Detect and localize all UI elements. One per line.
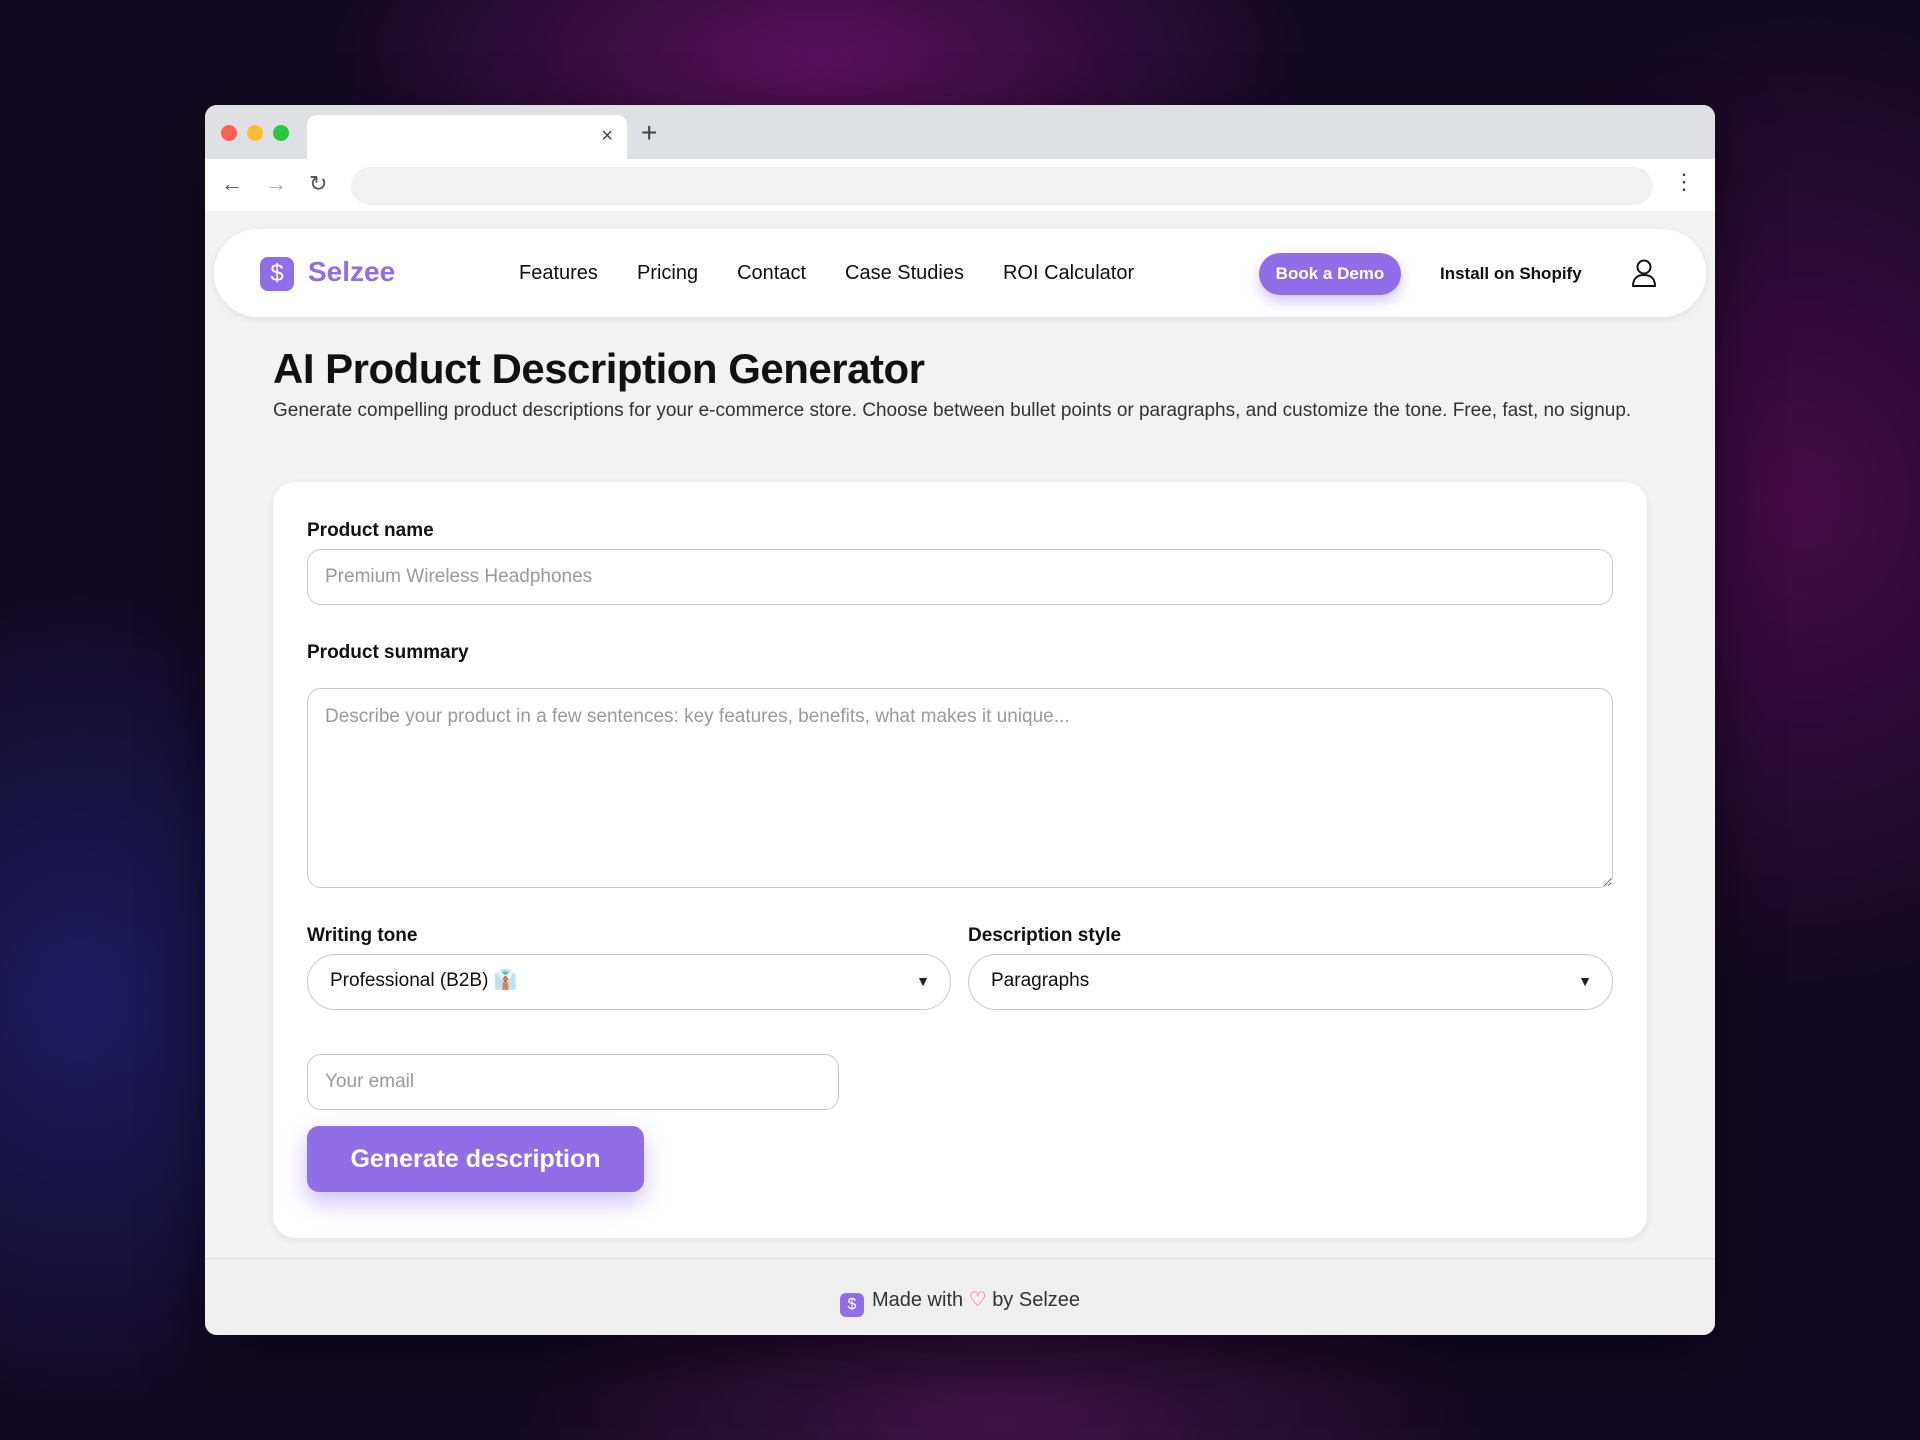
product-summary-textarea[interactable] [307, 688, 1613, 888]
minimize-window-button[interactable] [247, 125, 263, 141]
forward-icon[interactable]: → [265, 171, 287, 197]
install-shopify-link[interactable]: Install on Shopify [1440, 264, 1582, 284]
tab-close-icon[interactable]: × [601, 125, 613, 148]
nav-link-case-studies[interactable]: Case Studies [845, 262, 964, 285]
nav-links: Features Pricing Contact Case Studies RO… [519, 262, 1134, 285]
description-style-select[interactable]: Paragraphs ▼ [968, 954, 1613, 1010]
close-window-button[interactable] [221, 125, 237, 141]
footer-made-with: Made with [871, 1289, 964, 1311]
writing-tone-select[interactable]: Professional (B2B) 👔 ▼ [307, 954, 951, 1010]
back-icon[interactable]: ← [221, 171, 243, 197]
nav-link-roi-calculator[interactable]: ROI Calculator [1003, 262, 1134, 285]
nav-link-features[interactable]: Features [519, 262, 598, 285]
product-name-label: Product name [307, 520, 434, 541]
email-input[interactable] [307, 1054, 839, 1110]
browser-toolbar: ← → ↻ ⋮ [205, 159, 1715, 211]
brand-logo[interactable]: Selzee [308, 256, 395, 288]
nav-link-pricing[interactable]: Pricing [637, 262, 698, 285]
chevron-down-icon: ▼ [916, 973, 930, 989]
description-style-label: Description style [968, 925, 1122, 946]
new-tab-button[interactable]: + [641, 117, 657, 149]
generator-form-card: Product name Product summary Writing ton… [273, 482, 1647, 1238]
writing-tone-label: Writing tone [307, 925, 418, 946]
browser-window: × + ← → ↻ ⋮ $ Selzee Features Pricing Co… [205, 105, 1715, 1335]
footer-by-selzee[interactable]: by Selzee [992, 1289, 1080, 1311]
tab-bar: × + [205, 105, 1715, 159]
product-summary-label: Product summary [307, 642, 469, 663]
browser-tab[interactable]: × [307, 115, 627, 159]
footer-credit: $ Made with ♡ by Selzee [205, 1287, 1715, 1317]
site-navbar: $ Selzee Features Pricing Contact Case S… [214, 229, 1706, 317]
address-bar[interactable] [351, 167, 1653, 205]
user-icon[interactable] [1630, 258, 1658, 288]
page-content: $ Selzee Features Pricing Contact Case S… [205, 211, 1715, 1335]
writing-tone-value: Professional (B2B) 👔 [330, 970, 518, 991]
footer-logo-dollar-icon: $ [839, 1293, 864, 1317]
chevron-down-icon: ▼ [1578, 973, 1592, 989]
browser-menu-icon[interactable]: ⋮ [1673, 169, 1695, 195]
logo-dollar-icon[interactable]: $ [260, 257, 294, 291]
generate-description-button[interactable]: Generate description [307, 1126, 644, 1192]
nav-link-contact[interactable]: Contact [737, 262, 806, 285]
description-style-value: Paragraphs [991, 970, 1090, 991]
book-demo-button[interactable]: Book a Demo [1259, 253, 1401, 295]
maximize-window-button[interactable] [273, 125, 289, 141]
page-subtitle: Generate compelling product descriptions… [273, 400, 1632, 421]
page-title: AI Product Description Generator [273, 345, 925, 392]
reload-icon[interactable]: ↻ [309, 171, 327, 197]
product-name-input[interactable] [307, 549, 1613, 605]
site-footer: $ Made with ♡ by Selzee [205, 1258, 1715, 1335]
heart-icon: ♡ [968, 1289, 987, 1311]
